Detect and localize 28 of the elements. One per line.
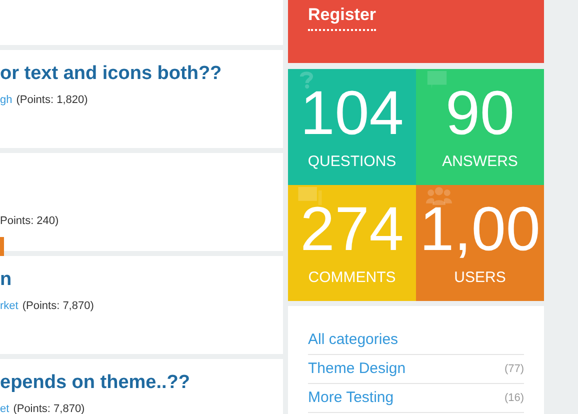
stat-number: 90 [446, 89, 514, 139]
author-link[interactable]: et [0, 401, 10, 414]
category-count: (77) [504, 362, 524, 377]
answer-button[interactable] [0, 236, 4, 258]
stat-label: QUESTIONS [308, 153, 396, 171]
author-link[interactable]: rket [0, 298, 18, 314]
stat-label: COMMENTS [308, 269, 396, 287]
question-title[interactable]: n [0, 268, 283, 292]
question-mark-icon [300, 71, 313, 89]
category-link[interactable]: More Testing [308, 386, 394, 410]
author-link[interactable]: gh [0, 92, 12, 108]
points-text: (Points: 7,870) [22, 299, 94, 314]
question-title[interactable]: epends on theme..?? [0, 371, 283, 395]
stat-label: ANSWERS [442, 153, 518, 171]
category-link[interactable]: All categories [308, 328, 398, 352]
register-link[interactable]: Register [308, 2, 376, 30]
comment-bubbles-icon [298, 187, 322, 205]
category-link[interactable]: Theme Design [308, 358, 406, 380]
category-count: (16) [504, 390, 524, 406]
stat-label: USERS [454, 269, 506, 287]
points-text: (Points: 1,820) [16, 93, 88, 108]
stat-number: 274 [300, 205, 404, 255]
question-title[interactable]: or text and icons both?? [0, 62, 283, 86]
points-text: (Points: 7,870) [13, 402, 85, 414]
speech-bubble-icon [426, 71, 448, 89]
users-icon [426, 187, 452, 205]
points-text: Points: 240) [0, 214, 59, 229]
stat-number: 104 [300, 89, 404, 139]
